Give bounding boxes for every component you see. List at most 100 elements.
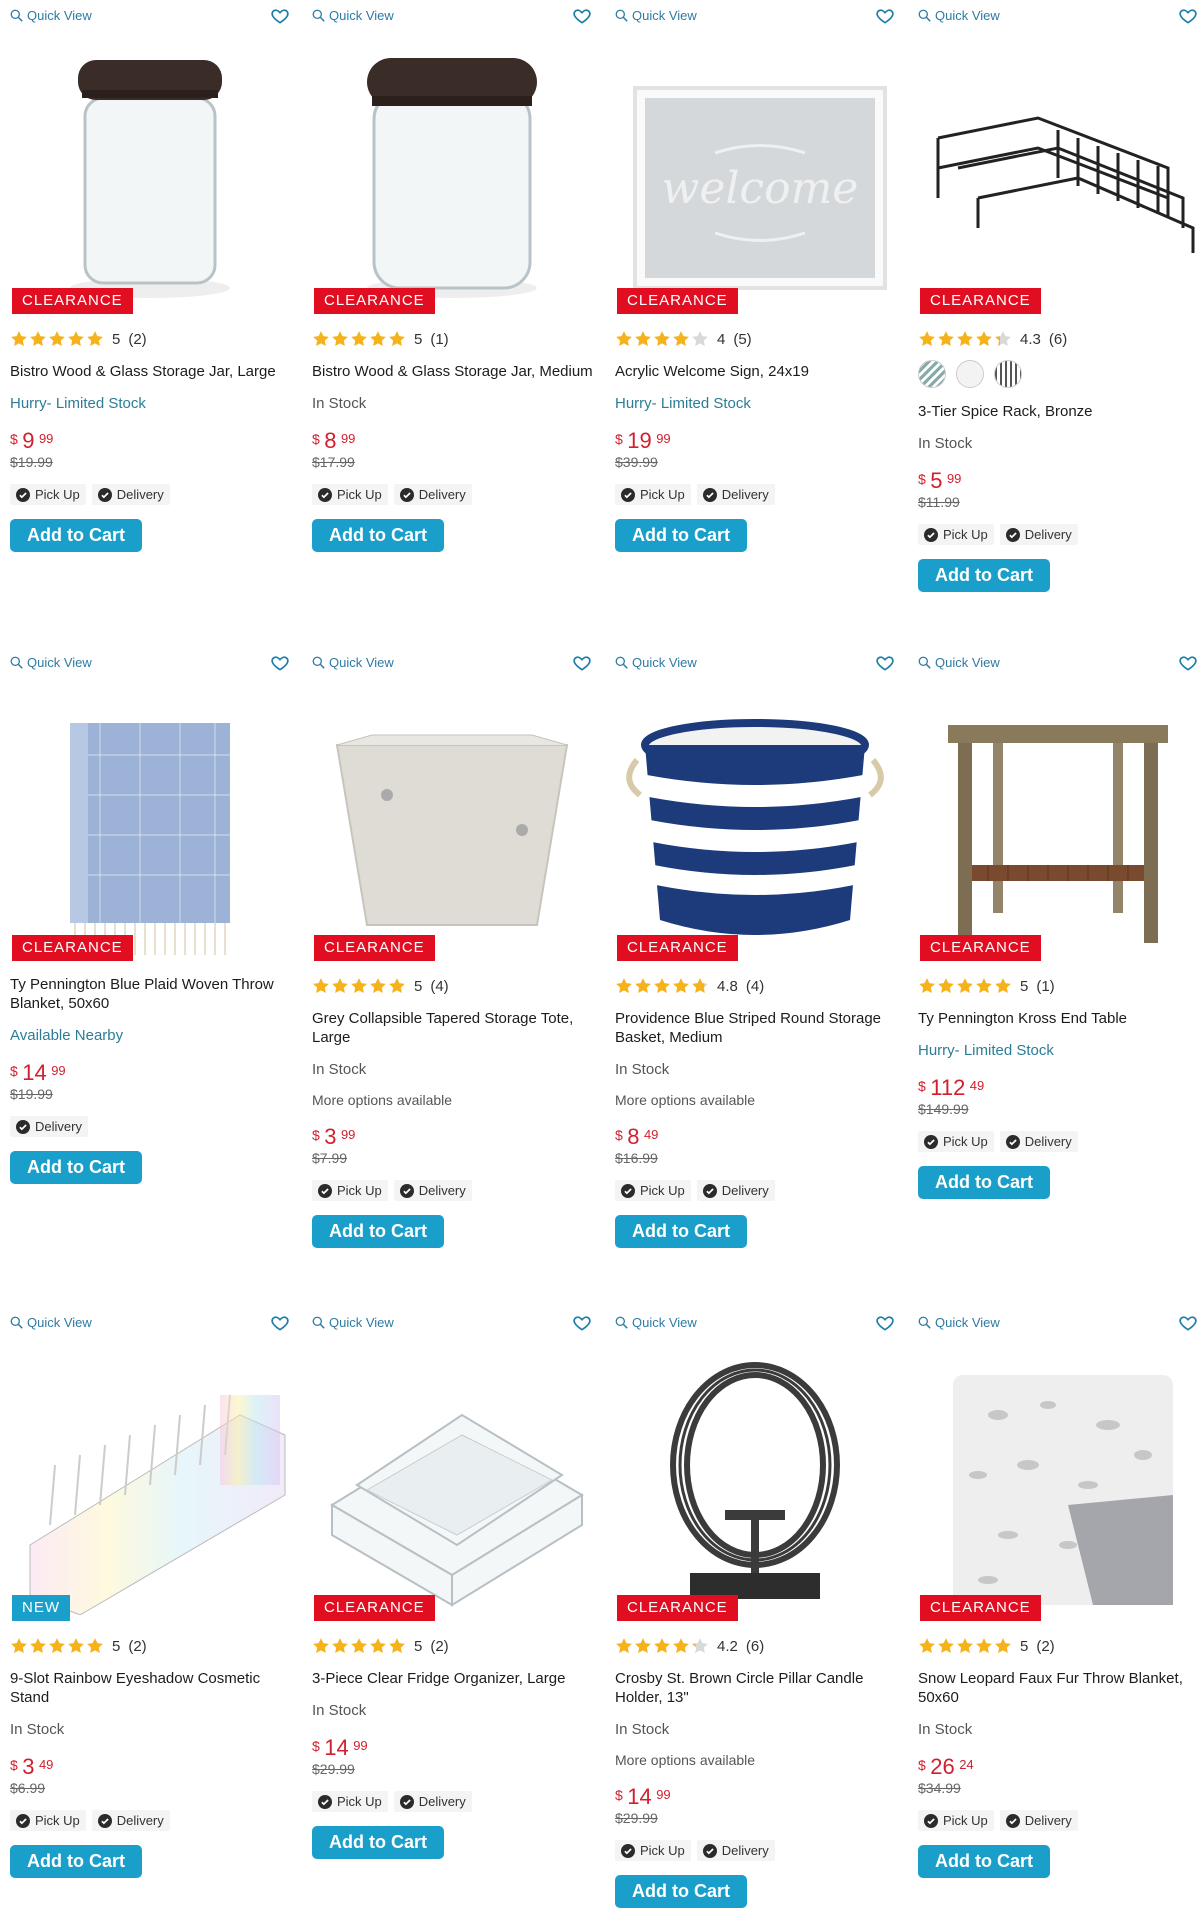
swatch-black[interactable] <box>994 360 1022 388</box>
quick-view-link[interactable]: Quick View <box>918 1315 1000 1330</box>
quick-view-link[interactable]: Quick View <box>615 655 697 670</box>
heart-icon[interactable] <box>875 6 895 26</box>
quick-view-link[interactable]: Quick View <box>312 8 394 23</box>
add-to-cart-button[interactable]: Add to Cart <box>312 1215 444 1248</box>
quick-view-link[interactable]: Quick View <box>312 1315 394 1330</box>
review-count: (6) <box>745 1637 765 1655</box>
check-circle-icon <box>702 1183 717 1198</box>
rating[interactable]: 5 (2) <box>10 1635 300 1657</box>
sale-price: $ 14 99 <box>10 1062 300 1084</box>
heart-icon[interactable] <box>572 6 592 26</box>
heart-icon[interactable] <box>572 653 592 673</box>
heart-icon[interactable] <box>270 6 290 26</box>
star-icon <box>616 1638 632 1653</box>
original-price: $19.99 <box>10 1086 53 1102</box>
product-title[interactable]: Grey Collapsible Tapered Storage Tote, L… <box>312 1009 602 1047</box>
rating[interactable]: 4.8 (4) <box>615 975 905 997</box>
star-icon <box>11 331 27 346</box>
fulfillment-options: Pick Up Delivery <box>312 1180 602 1201</box>
review-count: (5) <box>733 330 752 348</box>
review-count: (1) <box>1036 977 1055 995</box>
product-title[interactable]: 3-Tier Spice Rack, Bronze <box>918 402 1200 421</box>
product-title[interactable]: Providence Blue Striped Round Storage Ba… <box>615 1009 905 1047</box>
add-to-cart-button[interactable]: Add to Cart <box>10 1845 142 1878</box>
add-to-cart-button[interactable]: Add to Cart <box>918 1166 1050 1199</box>
heart-icon[interactable] <box>1178 1313 1198 1333</box>
product-title[interactable]: Snow Leopard Faux Fur Throw Blanket, 50x… <box>918 1669 1200 1707</box>
rating[interactable]: 5 (4) <box>312 975 602 997</box>
heart-icon[interactable] <box>572 1313 592 1333</box>
rating[interactable]: 5 (2) <box>10 328 300 350</box>
product-image[interactable] <box>10 685 290 963</box>
rating[interactable]: 5 (2) <box>312 1635 602 1657</box>
quick-view-link[interactable]: Quick View <box>10 1315 92 1330</box>
heart-icon[interactable] <box>270 1313 290 1333</box>
product-title[interactable]: Ty Pennington Kross End Table <box>918 1009 1200 1028</box>
star-icon <box>68 1638 84 1653</box>
star-icon <box>332 1638 348 1653</box>
product-image[interactable] <box>918 685 1198 955</box>
rating[interactable]: 5 (2) <box>918 1635 1200 1657</box>
product-image[interactable] <box>312 38 592 308</box>
svg-text:welcome: welcome <box>662 163 859 214</box>
heart-icon[interactable] <box>1178 653 1198 673</box>
star-icon <box>635 1638 651 1653</box>
stock-status: In Stock <box>312 1061 367 1078</box>
product-title[interactable]: Bistro Wood & Glass Storage Jar, Medium <box>312 362 602 381</box>
product-image[interactable] <box>918 1345 1198 1615</box>
quick-view-link[interactable]: Quick View <box>918 8 1000 23</box>
product-title[interactable]: Ty Pennington Blue Plaid Woven Throw Bla… <box>10 975 300 1013</box>
quick-view-link[interactable]: Quick View <box>615 1315 697 1330</box>
heart-icon[interactable] <box>875 1313 895 1333</box>
quick-view-link[interactable]: Quick View <box>10 655 92 670</box>
quick-view-link[interactable]: Quick View <box>918 655 1000 670</box>
add-to-cart-button[interactable]: Add to Cart <box>312 519 444 552</box>
add-to-cart-button[interactable]: Add to Cart <box>918 559 1050 592</box>
swatch-striped[interactable] <box>918 360 946 388</box>
product-title[interactable]: 9-Slot Rainbow Eyeshadow Cosmetic Stand <box>10 1669 300 1707</box>
add-to-cart-button[interactable]: Add to Cart <box>10 519 142 552</box>
original-price: $6.99 <box>10 1780 46 1796</box>
quick-view-link[interactable]: Quick View <box>10 8 92 23</box>
add-to-cart-button[interactable]: Add to Cart <box>615 519 747 552</box>
product-image[interactable] <box>10 38 290 308</box>
quick-view-link[interactable]: Quick View <box>615 8 697 23</box>
heart-icon[interactable] <box>875 653 895 673</box>
product-image[interactable] <box>10 1345 290 1616</box>
fulfillment-label: Pick Up <box>943 527 988 542</box>
add-to-cart-button[interactable]: Add to Cart <box>615 1215 747 1248</box>
star-icon <box>995 1638 1011 1653</box>
product-title[interactable]: Crosby St. Brown Circle Pillar Candle Ho… <box>615 1669 905 1707</box>
add-to-cart-button[interactable]: Add to Cart <box>312 1826 444 1859</box>
product-title[interactable]: Bistro Wood & Glass Storage Jar, Large <box>10 362 300 381</box>
check-circle-icon <box>16 1813 30 1828</box>
star-icon <box>332 331 348 346</box>
currency-symbol: $ <box>312 431 320 447</box>
heart-icon[interactable] <box>1178 6 1198 26</box>
product-image[interactable] <box>615 1345 895 1615</box>
add-to-cart-button[interactable]: Add to Cart <box>918 1845 1050 1878</box>
product-image[interactable] <box>615 685 895 955</box>
rating[interactable]: 4 (5) <box>615 328 905 350</box>
product-image[interactable] <box>312 1345 592 1615</box>
product-image[interactable] <box>312 685 592 955</box>
heart-icon[interactable] <box>270 653 290 673</box>
product-title[interactable]: 3-Piece Clear Fridge Organizer, Large <box>312 1669 602 1688</box>
rating[interactable]: 5 (1) <box>918 975 1200 997</box>
check-circle-icon <box>16 1119 30 1134</box>
add-to-cart-button[interactable]: Add to Cart <box>10 1151 142 1184</box>
fulfillment-label: Delivery <box>1024 527 1072 542</box>
quick-view-link[interactable]: Quick View <box>312 655 394 670</box>
add-to-cart-button[interactable]: Add to Cart <box>615 1875 747 1908</box>
product-image[interactable]: welcome <box>615 38 895 308</box>
rating[interactable]: 5 (1) <box>312 328 602 350</box>
star-rating <box>615 977 709 995</box>
product-title[interactable]: Acrylic Welcome Sign, 24x19 <box>615 362 905 381</box>
product-image[interactable] <box>918 38 1198 308</box>
fulfillment-pickup: Pick Up <box>312 1791 388 1812</box>
swatch-white[interactable] <box>956 360 984 388</box>
rating[interactable]: 4.3 (6) <box>918 328 1200 350</box>
quick-view-label: Quick View <box>329 1315 394 1330</box>
fulfillment-delivery: Delivery <box>393 1180 472 1201</box>
rating[interactable]: 4.2 (6) <box>615 1635 905 1657</box>
